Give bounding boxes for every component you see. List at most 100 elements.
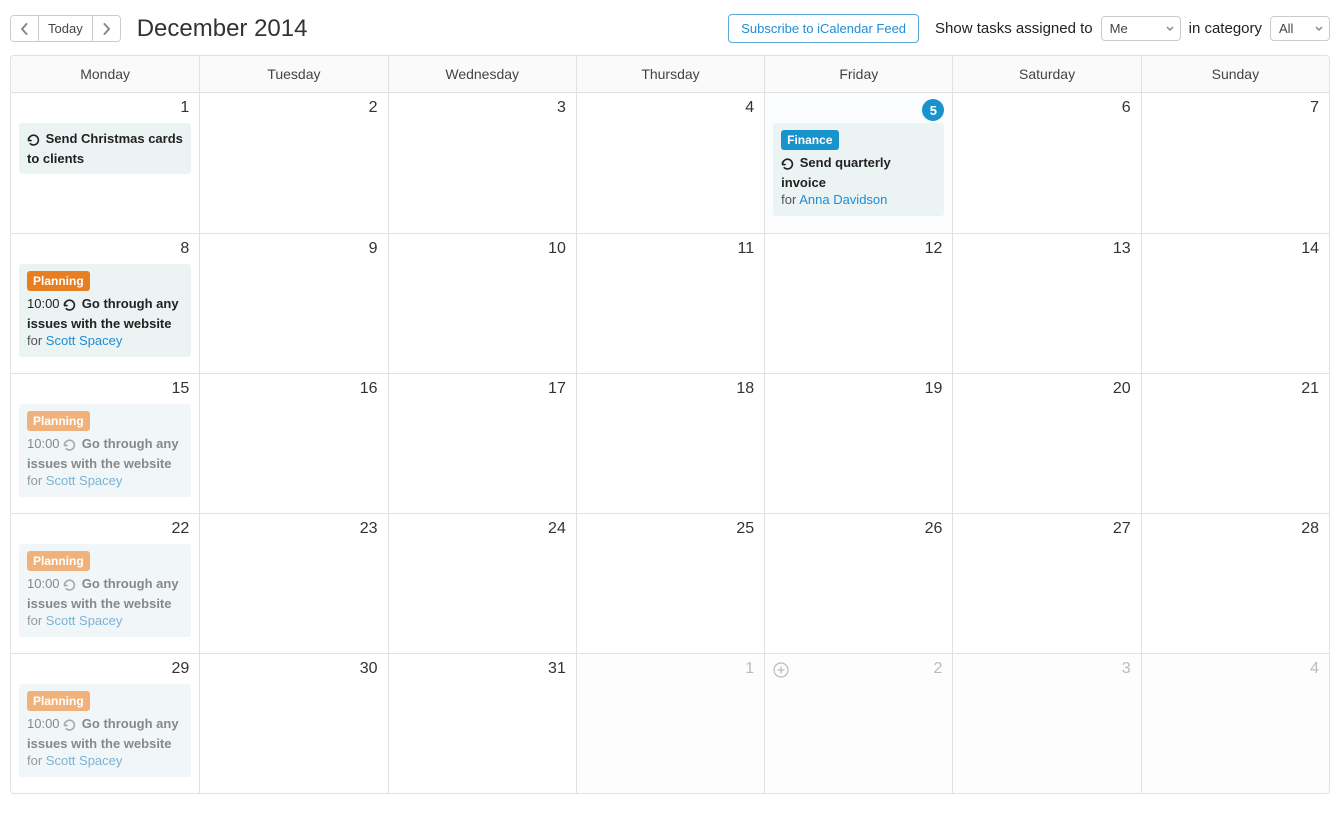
calendar-cell[interactable]: 3 xyxy=(952,653,1140,793)
calendar-cell[interactable]: 22Planning10:00 Go through any issues wi… xyxy=(11,513,199,653)
recurring-icon xyxy=(63,577,76,595)
day-number: 13 xyxy=(1113,240,1131,258)
task-card[interactable]: Send Christmas cards to clients xyxy=(19,123,191,174)
calendar-cell[interactable]: 5Finance Send quarterly invoicefor Anna … xyxy=(764,93,952,233)
weekday-header: Tuesday xyxy=(199,56,387,93)
next-month-button[interactable] xyxy=(92,16,120,41)
task-card[interactable]: Finance Send quarterly invoicefor Anna D… xyxy=(773,123,944,216)
weekday-row: MondayTuesdayWednesdayThursdayFridaySatu… xyxy=(11,56,1329,93)
assignee-link[interactable]: Scott Spacey xyxy=(46,473,123,488)
assignee-select[interactable]: Me xyxy=(1101,16,1181,41)
chevron-right-icon xyxy=(102,23,111,35)
calendar-cell[interactable]: 25 xyxy=(576,513,764,653)
day-number: 20 xyxy=(1113,380,1131,398)
calendar-cell[interactable]: 7 xyxy=(1141,93,1329,233)
day-number: 15 xyxy=(171,380,189,398)
task-card[interactable]: Planning 10:00 Go through any issues with… xyxy=(19,264,191,357)
task-title: Send quarterly invoice xyxy=(781,155,891,190)
day-number: 3 xyxy=(1122,660,1131,678)
task-title: 10:00 Go through any issues with the web… xyxy=(27,436,179,471)
calendar-cell[interactable]: 1 Send Christmas cards to clients xyxy=(11,93,199,233)
day-number: 30 xyxy=(360,660,378,678)
weekday-header: Wednesday xyxy=(388,56,576,93)
calendar-cell[interactable]: 1 xyxy=(576,653,764,793)
day-number: 7 xyxy=(1310,99,1319,117)
task-assignee-line: for Scott Spacey xyxy=(27,472,183,490)
category-tag: Planning xyxy=(27,551,90,571)
day-number: 6 xyxy=(1122,99,1131,117)
day-number: 26 xyxy=(925,520,943,538)
task-card[interactable]: Planning 10:00 Go through any issues with… xyxy=(19,544,191,637)
calendar-cell[interactable]: 28 xyxy=(1141,513,1329,653)
calendar-cell[interactable]: 12 xyxy=(764,233,952,373)
category-select[interactable]: All xyxy=(1270,16,1330,41)
day-number: 17 xyxy=(548,380,566,398)
assignee-link[interactable]: Scott Spacey xyxy=(46,753,123,768)
category-tag: Planning xyxy=(27,691,90,711)
calendar: MondayTuesdayWednesdayThursdayFridaySatu… xyxy=(10,55,1330,794)
caret-down-icon xyxy=(1315,26,1323,32)
calendar-cell[interactable]: 30 xyxy=(199,653,387,793)
calendar-cell[interactable]: 16 xyxy=(199,373,387,513)
today-button[interactable]: Today xyxy=(38,16,92,41)
day-number: 25 xyxy=(736,520,754,538)
task-title: 10:00 Go through any issues with the web… xyxy=(27,576,179,611)
calendar-cell[interactable]: 14 xyxy=(1141,233,1329,373)
calendar-cell[interactable]: 26 xyxy=(764,513,952,653)
calendar-cell[interactable]: 2 xyxy=(764,653,952,793)
caret-down-icon xyxy=(1166,26,1174,32)
calendar-cell[interactable]: 20 xyxy=(952,373,1140,513)
subscribe-button[interactable]: Subscribe to iCalendar Feed xyxy=(728,14,919,43)
calendar-cell[interactable]: 27 xyxy=(952,513,1140,653)
calendar-cell[interactable]: 24 xyxy=(388,513,576,653)
recurring-icon xyxy=(781,156,794,174)
calendar-cell[interactable]: 18 xyxy=(576,373,764,513)
category-tag: Planning xyxy=(27,411,90,431)
assignee-select-value: Me xyxy=(1110,21,1128,36)
assignee-link[interactable]: Scott Spacey xyxy=(46,613,123,628)
calendar-cell[interactable]: 8Planning10:00 Go through any issues wit… xyxy=(11,233,199,373)
prev-month-button[interactable] xyxy=(11,16,38,41)
calendar-cell[interactable]: 15 Planning 10:00 Go through any issues wi… xyxy=(11,373,199,513)
calendar-cell[interactable]: 17 xyxy=(388,373,576,513)
assignee-link[interactable]: Scott Spacey xyxy=(46,333,123,348)
day-number: 23 xyxy=(360,520,378,538)
task-assignee-line: for Scott Spacey xyxy=(27,332,183,350)
calendar-cell[interactable]: 13 xyxy=(952,233,1140,373)
task-card[interactable]: Planning 10:00 Go through any issues with… xyxy=(19,404,191,497)
day-number: 27 xyxy=(1113,520,1131,538)
day-number: 2 xyxy=(369,99,378,117)
calendar-cell[interactable]: 4 xyxy=(1141,653,1329,793)
category-tag: Planning xyxy=(27,271,90,291)
calendar-cell[interactable]: 21 xyxy=(1141,373,1329,513)
calendar-cell[interactable]: 29 Planning 10:00 Go through any issues wi… xyxy=(11,653,199,793)
day-number: 3 xyxy=(557,99,566,117)
add-task-button[interactable] xyxy=(773,662,789,678)
calendar-cell[interactable]: 9 xyxy=(199,233,387,373)
calendar-cell[interactable]: 6 xyxy=(952,93,1140,233)
day-number: 16 xyxy=(360,380,378,398)
task-card[interactable]: Planning 10:00 Go through any issues with… xyxy=(19,684,191,777)
weekday-header: Sunday xyxy=(1141,56,1329,93)
day-number-today: 5 xyxy=(922,99,944,121)
calendar-cell[interactable]: 31 xyxy=(388,653,576,793)
calendar-cell[interactable]: 19 xyxy=(764,373,952,513)
weekday-header: Friday xyxy=(764,56,952,93)
calendar-cell[interactable]: 3 xyxy=(388,93,576,233)
assignee-link[interactable]: Anna Davidson xyxy=(799,192,887,207)
task-title: Send Christmas cards to clients xyxy=(27,131,183,166)
task-assignee-line: for Anna Davidson xyxy=(781,191,936,209)
calendar-cell[interactable]: 2 xyxy=(199,93,387,233)
calendar-cell[interactable]: 23 xyxy=(199,513,387,653)
calendar-cell[interactable]: 11 xyxy=(576,233,764,373)
task-title: 10:00 Go through any issues with the web… xyxy=(27,296,179,331)
day-number: 29 xyxy=(171,660,189,678)
weekday-header: Thursday xyxy=(576,56,764,93)
calendar-cell[interactable]: 4 xyxy=(576,93,764,233)
recurring-icon xyxy=(63,297,76,315)
task-title: 10:00 Go through any issues with the web… xyxy=(27,716,179,751)
calendar-cell[interactable]: 10 xyxy=(388,233,576,373)
recurring-icon xyxy=(27,132,40,150)
filter-bar: Show tasks assigned to Me in category Al… xyxy=(935,16,1330,41)
chevron-left-icon xyxy=(20,23,29,35)
